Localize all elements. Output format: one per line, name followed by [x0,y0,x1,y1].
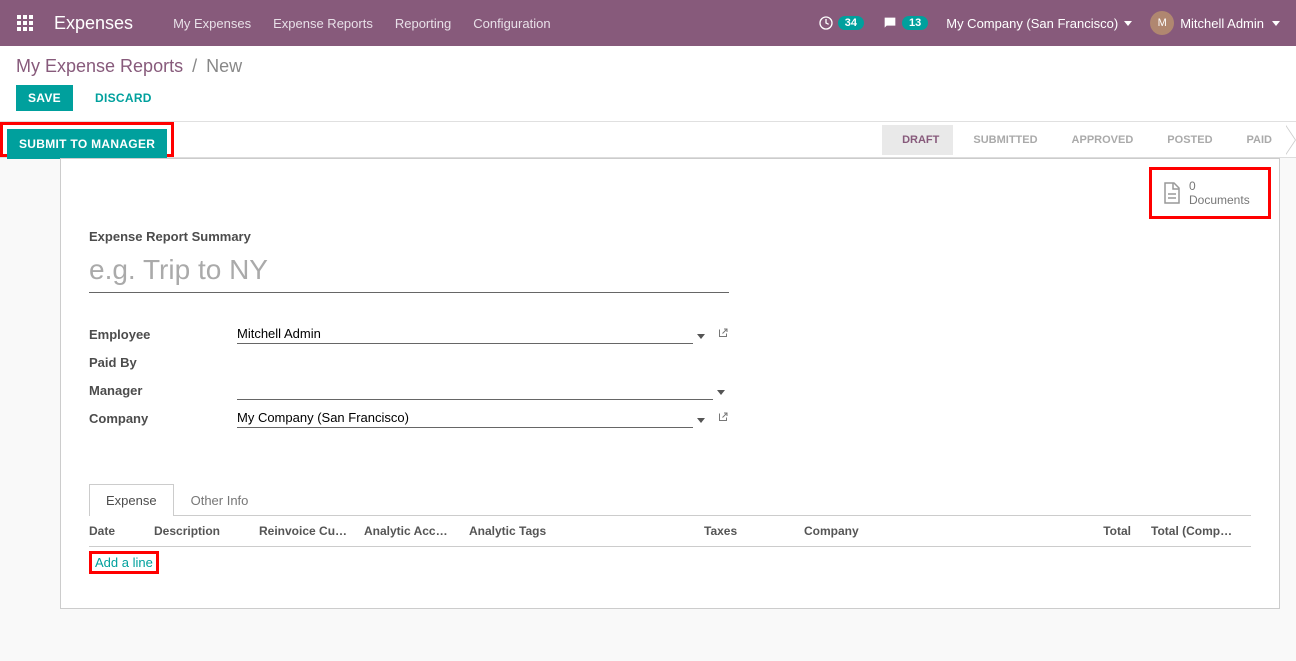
tab-expense[interactable]: Expense [89,484,174,516]
manager-dropdown-icon[interactable] [713,383,729,398]
col-description[interactable]: Description [154,524,259,538]
discuss-count: 13 [902,16,928,30]
activity-count: 34 [838,16,864,30]
col-company[interactable]: Company [804,524,944,538]
apps-icon[interactable] [16,14,34,32]
discuss-indicator[interactable]: 13 [882,15,928,31]
col-analytic-tags[interactable]: Analytic Tags [469,524,704,538]
document-icon [1159,179,1183,207]
summary-label: Expense Report Summary [89,229,1251,244]
col-taxes[interactable]: Taxes [704,524,804,538]
report-title-input[interactable] [89,250,729,293]
app-brand[interactable]: Expenses [54,13,133,34]
status-draft[interactable]: DRAFT [882,125,953,155]
breadcrumb-separator: / [192,56,197,76]
breadcrumb: My Expense Reports / New [16,56,1280,77]
status-submitted[interactable]: SUBMITTED [953,125,1051,155]
form-sheet: 0 Documents Expense Report Summary Emplo… [60,158,1280,609]
form-scroll-area[interactable]: 0 Documents Expense Report Summary Emplo… [0,158,1296,661]
documents-stat-button[interactable]: 0 Documents [1155,173,1265,213]
breadcrumb-parent[interactable]: My Expense Reports [16,56,183,76]
company-label: Company [89,411,237,426]
breadcrumb-current: New [206,56,242,76]
company-dropdown-icon[interactable] [693,411,709,426]
add-a-line-link[interactable]: Add a line [92,554,156,571]
col-reinvoice[interactable]: Reinvoice Cu… [259,524,364,538]
submit-to-manager-button[interactable]: SUBMIT TO MANAGER [7,129,167,159]
add-line-highlight-box: Add a line [89,551,159,574]
user-avatar: M [1150,11,1174,35]
col-total[interactable]: Total [1071,524,1141,538]
documents-label: Documents [1189,193,1250,207]
status-approved[interactable]: APPROVED [1052,125,1148,155]
caret-down-icon [1124,21,1132,26]
col-total-company[interactable]: Total (Comp… [1141,524,1251,538]
col-analytic-account[interactable]: Analytic Acc… [364,524,469,538]
employee-external-link-icon[interactable] [717,327,729,342]
employee-dropdown-icon[interactable] [693,327,709,342]
discard-button[interactable]: DISCARD [83,85,164,111]
employee-field[interactable] [237,324,693,344]
nav-expense-reports[interactable]: Expense Reports [273,16,373,31]
status-bar: DRAFT SUBMITTED APPROVED POSTED PAID [882,122,1296,157]
col-date[interactable]: Date [89,524,154,538]
status-posted[interactable]: POSTED [1147,125,1226,155]
user-name: Mitchell Admin [1180,16,1264,31]
save-button[interactable]: SAVE [16,85,73,111]
status-paid[interactable]: PAID [1227,125,1286,155]
manager-label: Manager [89,383,237,398]
user-menu[interactable]: M Mitchell Admin [1150,11,1280,35]
tab-other-info[interactable]: Other Info [174,484,266,516]
submit-highlight-box: SUBMIT TO MANAGER [0,122,174,157]
documents-highlight-box: 0 Documents [1149,167,1271,219]
notebook-tabs: Expense Other Info [89,483,1251,516]
company-switcher[interactable]: My Company (San Francisco) [946,16,1132,31]
activity-indicator[interactable]: 34 [818,15,864,31]
nav-configuration[interactable]: Configuration [473,16,550,31]
expense-grid-header: Date Description Reinvoice Cu… Analytic … [89,516,1251,547]
paid-by-label: Paid By [89,355,237,370]
company-field[interactable] [237,408,693,428]
company-name: My Company (San Francisco) [946,16,1118,31]
company-external-link-icon[interactable] [717,411,729,426]
documents-count: 0 [1189,179,1250,193]
nav-reporting[interactable]: Reporting [395,16,451,31]
nav-my-expenses[interactable]: My Expenses [173,16,251,31]
manager-field[interactable] [237,380,713,400]
employee-label: Employee [89,327,237,342]
caret-down-icon [1272,21,1280,26]
